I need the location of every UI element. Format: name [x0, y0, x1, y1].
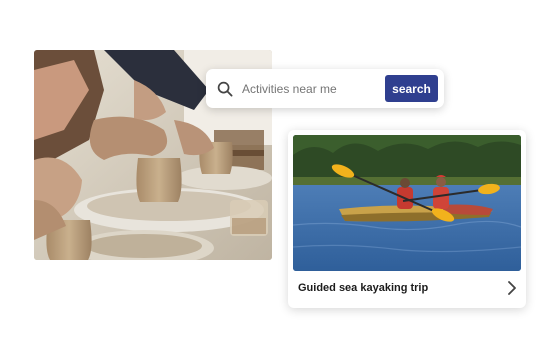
chevron-right-icon[interactable]	[505, 279, 519, 297]
kayaking-photo	[293, 135, 521, 271]
activity-title: Guided sea kayaking trip	[298, 282, 429, 294]
search-icon	[217, 81, 233, 97]
search-bar: search	[206, 69, 444, 108]
activity-card[interactable]: Guided sea kayaking trip	[288, 130, 526, 308]
search-input[interactable]	[242, 81, 372, 96]
search-button[interactable]: search	[385, 75, 438, 102]
